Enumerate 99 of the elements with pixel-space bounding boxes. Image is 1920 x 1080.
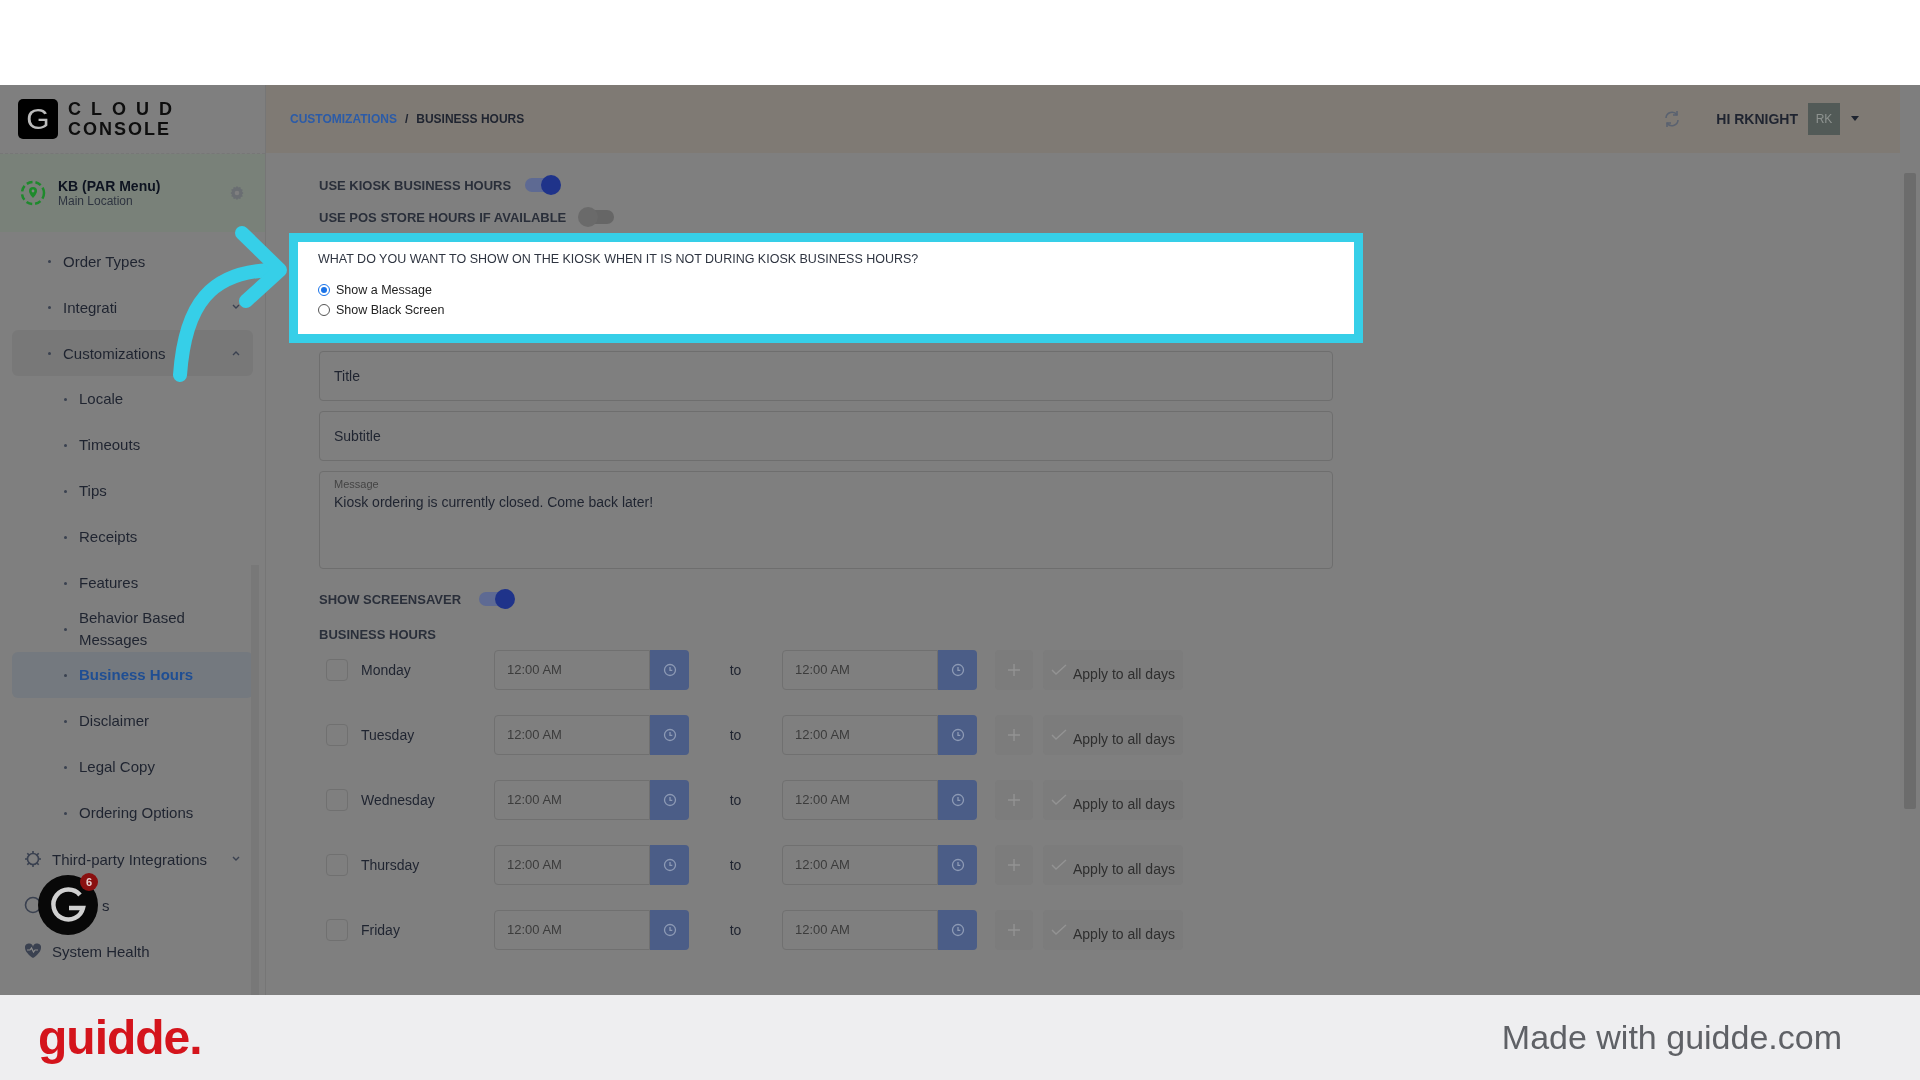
- bullet-icon: [64, 397, 67, 401]
- clock-button[interactable]: [650, 844, 689, 885]
- sidebar-subitem[interactable]: Behavior Based Messages: [12, 606, 253, 652]
- text-field[interactable]: Subtitle: [319, 411, 1333, 461]
- time-field[interactable]: 12:00 AM: [494, 714, 650, 755]
- bullet-icon: [64, 581, 67, 585]
- user-greeting: HI RKNIGHT: [1716, 111, 1798, 127]
- sidebar-subitem[interactable]: Tips: [12, 468, 253, 514]
- sidebar-subitem[interactable]: Ordering Options: [12, 790, 253, 836]
- clock-icon: [662, 727, 677, 742]
- sidebar-item[interactable]: Third-party Integrations: [12, 845, 253, 873]
- breadcrumb-current: BUSINESS HOURS: [416, 112, 525, 126]
- clock-button[interactable]: [938, 909, 977, 950]
- range-separator: to: [728, 661, 743, 678]
- location-subtitle: Main Location: [58, 194, 134, 208]
- time-field[interactable]: 12:00 AM: [494, 909, 650, 950]
- day-label: Wednesday: [360, 791, 436, 808]
- clock-button[interactable]: [938, 779, 977, 820]
- sidebar-item[interactable]: Customizations: [12, 330, 253, 376]
- day-label: Tuesday: [360, 726, 416, 743]
- day-label: Monday: [360, 661, 412, 678]
- clock-button[interactable]: [650, 909, 689, 950]
- bullet-icon: [64, 811, 67, 815]
- sidebar-subitem[interactable]: Disclaimer: [12, 698, 253, 744]
- clock-icon: [950, 922, 965, 937]
- scrollbar[interactable]: [251, 565, 259, 995]
- message-field[interactable]: Message Kiosk ordering is currently closed. Come back later!: [319, 471, 1333, 569]
- caret-icon[interactable]: [1850, 115, 1860, 123]
- section-title: BUSINESS HOURS: [319, 627, 437, 642]
- clock-icon: [950, 857, 965, 872]
- bullet-icon: [48, 305, 51, 309]
- toggle-switch[interactable]: [479, 592, 514, 606]
- toggle-label: SHOW SCREENSAVER: [319, 591, 462, 607]
- brand-logo: guidde.: [38, 1010, 202, 1065]
- location-panel[interactable]: KB (PAR Menu) Main Location: [0, 154, 265, 232]
- bullet-icon: [64, 765, 67, 769]
- sidebar-item[interactable]: Integrati: [12, 284, 253, 330]
- clock-button[interactable]: [650, 649, 689, 690]
- range-separator: to: [728, 726, 743, 743]
- bullet-icon: [64, 489, 67, 493]
- breadcrumb-separator: /: [404, 112, 409, 126]
- bullet-icon: [48, 351, 51, 355]
- sidebar-subitem[interactable]: Locale: [12, 376, 253, 422]
- sidebar-subitem[interactable]: Features: [12, 560, 253, 606]
- bullet-icon: [48, 259, 51, 263]
- logo-mark: G: [18, 99, 58, 139]
- clock-icon: [662, 662, 677, 677]
- clock-icon: [950, 792, 965, 807]
- time-field[interactable]: 12:00 AM: [782, 909, 938, 950]
- toggle-switch[interactable]: [525, 178, 560, 192]
- clock-icon: [662, 922, 677, 937]
- clock-icon: [950, 727, 965, 742]
- time-field[interactable]: 12:00 AM: [782, 779, 938, 820]
- clock-button[interactable]: [938, 649, 977, 690]
- day-label: Friday: [360, 921, 401, 938]
- sidebar-subitem[interactable]: Receipts: [12, 514, 253, 560]
- location-name: KB (PAR Menu): [58, 178, 162, 194]
- gear-icon: [24, 850, 42, 868]
- help-widget[interactable]: [38, 875, 98, 935]
- text-field[interactable]: Title: [319, 351, 1333, 401]
- sidebar-subitem[interactable]: Legal Copy: [12, 744, 253, 790]
- toggle-label: USE POS STORE HOURS IF AVAILABLE: [319, 209, 567, 225]
- time-field[interactable]: 12:00 AM: [494, 844, 650, 885]
- sidebar-item[interactable]: Order Types: [12, 238, 253, 284]
- range-separator: to: [728, 856, 743, 873]
- day-label: Thursday: [360, 856, 421, 873]
- location-pin-icon: [20, 180, 46, 206]
- radio-label: Show Black Screen: [336, 303, 445, 317]
- clock-button[interactable]: [650, 779, 689, 820]
- bullet-icon: [64, 443, 67, 447]
- bullet-icon: [64, 673, 67, 677]
- bullet-icon: [64, 627, 67, 631]
- user-avatar[interactable]: RK: [1808, 103, 1840, 135]
- time-field[interactable]: 12:00 AM: [782, 649, 938, 690]
- sidebar-subitem[interactable]: Timeouts: [12, 422, 253, 468]
- time-field[interactable]: 12:00 AM: [782, 844, 938, 885]
- notification-badge: 6: [80, 873, 98, 891]
- logo-text: CONSOLE: [68, 119, 172, 139]
- time-field[interactable]: 12:00 AM: [494, 649, 650, 690]
- range-separator: to: [728, 921, 743, 938]
- question-text: WHAT DO YOU WANT TO SHOW ON THE KIOSK WHEN IT IS NOT DURING KIOSK BUSINESS HOURS?: [318, 252, 920, 266]
- clock-button[interactable]: [650, 714, 689, 755]
- heart-icon: [24, 942, 42, 960]
- time-field[interactable]: 12:00 AM: [494, 779, 650, 820]
- clock-icon: [662, 792, 677, 807]
- clock-icon: [662, 857, 677, 872]
- time-field[interactable]: 12:00 AM: [782, 714, 938, 755]
- credit-text: Made with guidde.com: [1501, 1018, 1842, 1057]
- clock-icon: [950, 662, 965, 677]
- logo-text: CLOUD: [68, 99, 182, 119]
- toggle-switch[interactable]: [580, 210, 615, 224]
- toggle-label: USE KIOSK BUSINESS HOURS: [319, 177, 512, 193]
- radio-label: Show a Message: [336, 283, 432, 297]
- range-separator: to: [728, 791, 743, 808]
- clock-button[interactable]: [938, 844, 977, 885]
- sidebar-item[interactable]: System Health: [12, 937, 253, 965]
- bullet-icon: [64, 535, 67, 539]
- clock-button[interactable]: [938, 714, 977, 755]
- bullet-icon: [64, 719, 67, 723]
